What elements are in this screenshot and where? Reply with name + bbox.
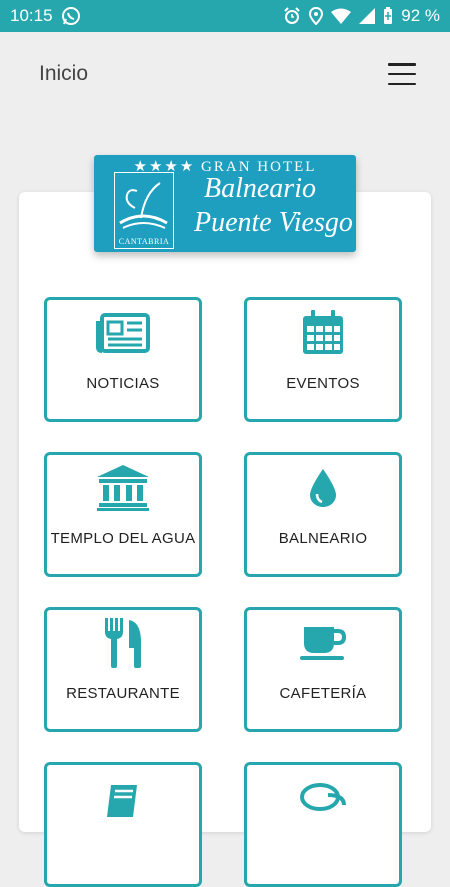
tile-templo-del-agua[interactable]: TEMPLO DEL AGUA <box>44 452 202 577</box>
page-title: Inicio <box>39 62 89 85</box>
status-bar: 10:15 92 % <box>0 0 450 32</box>
app-bar: Inicio <box>0 32 450 116</box>
logo-emblem: CANTABRIA <box>114 172 174 249</box>
location-icon <box>309 7 324 25</box>
whatsapp-icon <box>61 6 81 26</box>
tile-balneario[interactable]: BALNEARIO <box>244 452 402 577</box>
coffee-cup-icon <box>247 618 399 668</box>
tile-label: EVENTOS <box>286 375 360 392</box>
tile-book[interactable] <box>44 762 202 887</box>
battery-level: 92 % <box>401 6 440 25</box>
signal-icon <box>359 8 376 24</box>
newspaper-icon <box>47 308 199 358</box>
logo-line2: Puente Viesgo <box>194 207 353 238</box>
cutlery-icon <box>47 618 199 668</box>
water-drop-icon <box>247 463 399 513</box>
tile-chat[interactable] <box>244 762 402 887</box>
tile-noticias[interactable]: NOTICIAS <box>44 297 202 422</box>
book-icon <box>47 773 199 823</box>
tile-label: TEMPLO DEL AGUA <box>50 530 196 547</box>
status-time: 10:15 <box>10 6 53 25</box>
logo-line1: Balneario <box>204 173 316 204</box>
alarm-icon <box>283 7 301 25</box>
hamburger-menu-icon[interactable] <box>388 63 416 85</box>
logo-region: CANTABRIA <box>118 237 170 246</box>
swan-icon <box>119 182 168 229</box>
temple-icon <box>47 463 199 513</box>
chat-icon <box>247 773 399 823</box>
tile-label: BALNEARIO <box>278 530 368 547</box>
wifi-icon <box>331 8 352 24</box>
tile-restaurante[interactable]: RESTAURANTE <box>44 607 202 732</box>
hotel-logo: ★★★★ GRAN HOTEL CANTABRIA Balneario Puen… <box>94 155 356 252</box>
tile-eventos[interactable]: EVENTOS <box>244 297 402 422</box>
tile-label: NOTICIAS <box>86 375 160 392</box>
battery-icon <box>383 7 393 25</box>
tile-label: RESTAURANTE <box>66 685 180 702</box>
tile-label: CAFETERÍA <box>279 685 367 702</box>
calendar-icon <box>247 308 399 358</box>
tile-cafeteria[interactable]: CAFETERÍA <box>244 607 402 732</box>
